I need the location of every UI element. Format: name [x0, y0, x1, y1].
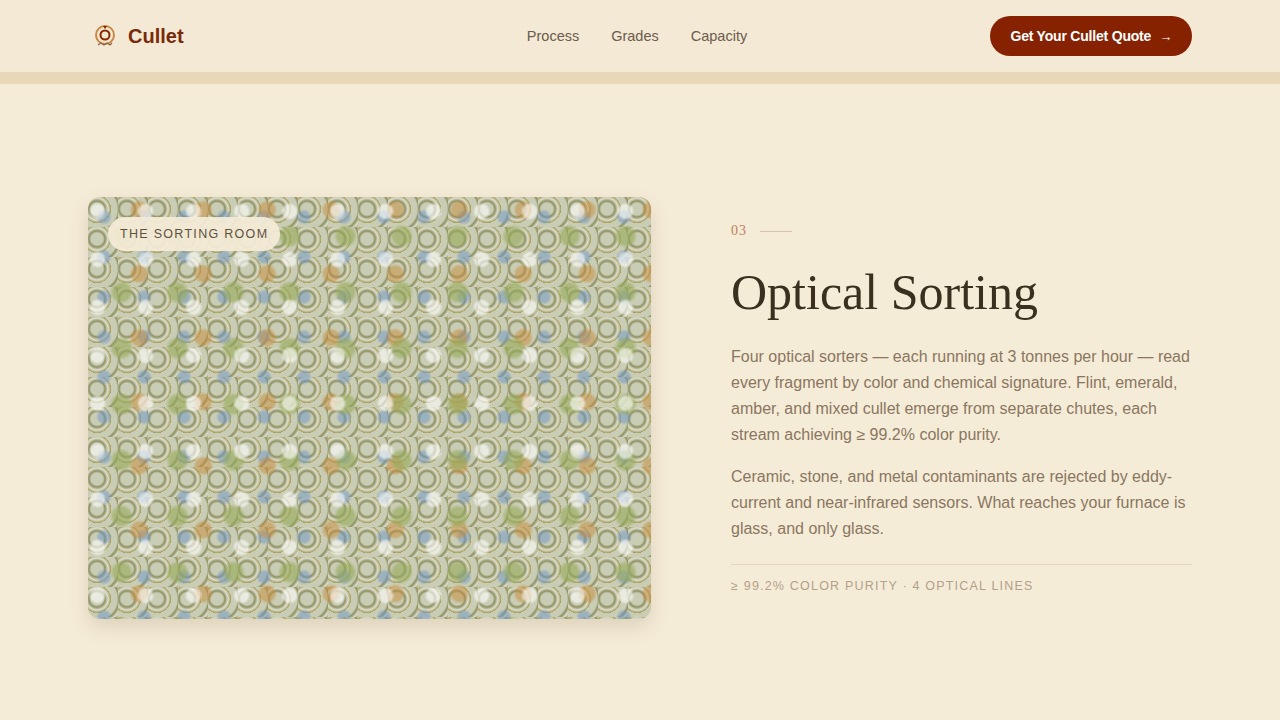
page: Cullet Process Grades Capacity Get Your Cull…: [0, 0, 1280, 720]
step-paragraph: Ceramic, stone, and metal contaminants a…: [731, 464, 1192, 542]
sorting-room-photo: THE SORTING ROOM: [88, 197, 651, 619]
step-content: 03 Optical Sorting Four optical sorters — …: [731, 223, 1192, 593]
header-band: [0, 72, 1280, 84]
logo-icon: [92, 23, 118, 49]
logo[interactable]: Cullet: [88, 23, 184, 49]
divider: [731, 564, 1192, 565]
nav-link[interactable]: Capacity: [691, 28, 747, 44]
process-section: THE SORTING ROOM 03 Optical Sorting Four op…: [0, 84, 1280, 699]
nav-link[interactable]: Process: [527, 28, 579, 44]
step-number: 03: [731, 223, 1192, 239]
step-title: Optical Sorting: [731, 265, 1192, 320]
cta-label: Get Your Cullet Quote: [1010, 28, 1151, 44]
photo-badge: THE SORTING ROOM: [108, 217, 280, 251]
step-line: [760, 231, 792, 232]
cta-button[interactable]: Get Your Cullet Quote →: [990, 16, 1192, 56]
step-paragraph: Four optical sorters — each running at 3…: [731, 344, 1192, 448]
nav: Process Grades Capacity: [527, 28, 747, 44]
header: Cullet Process Grades Capacity Get Your Cull…: [0, 0, 1280, 72]
step-stats: ≥ 99.2% COLOR PURITY · 4 OPTICAL LINES: [731, 579, 1192, 593]
logo-text: Cullet: [128, 25, 184, 48]
nav-link[interactable]: Grades: [611, 28, 659, 44]
arrow-icon: →: [1159, 29, 1172, 44]
